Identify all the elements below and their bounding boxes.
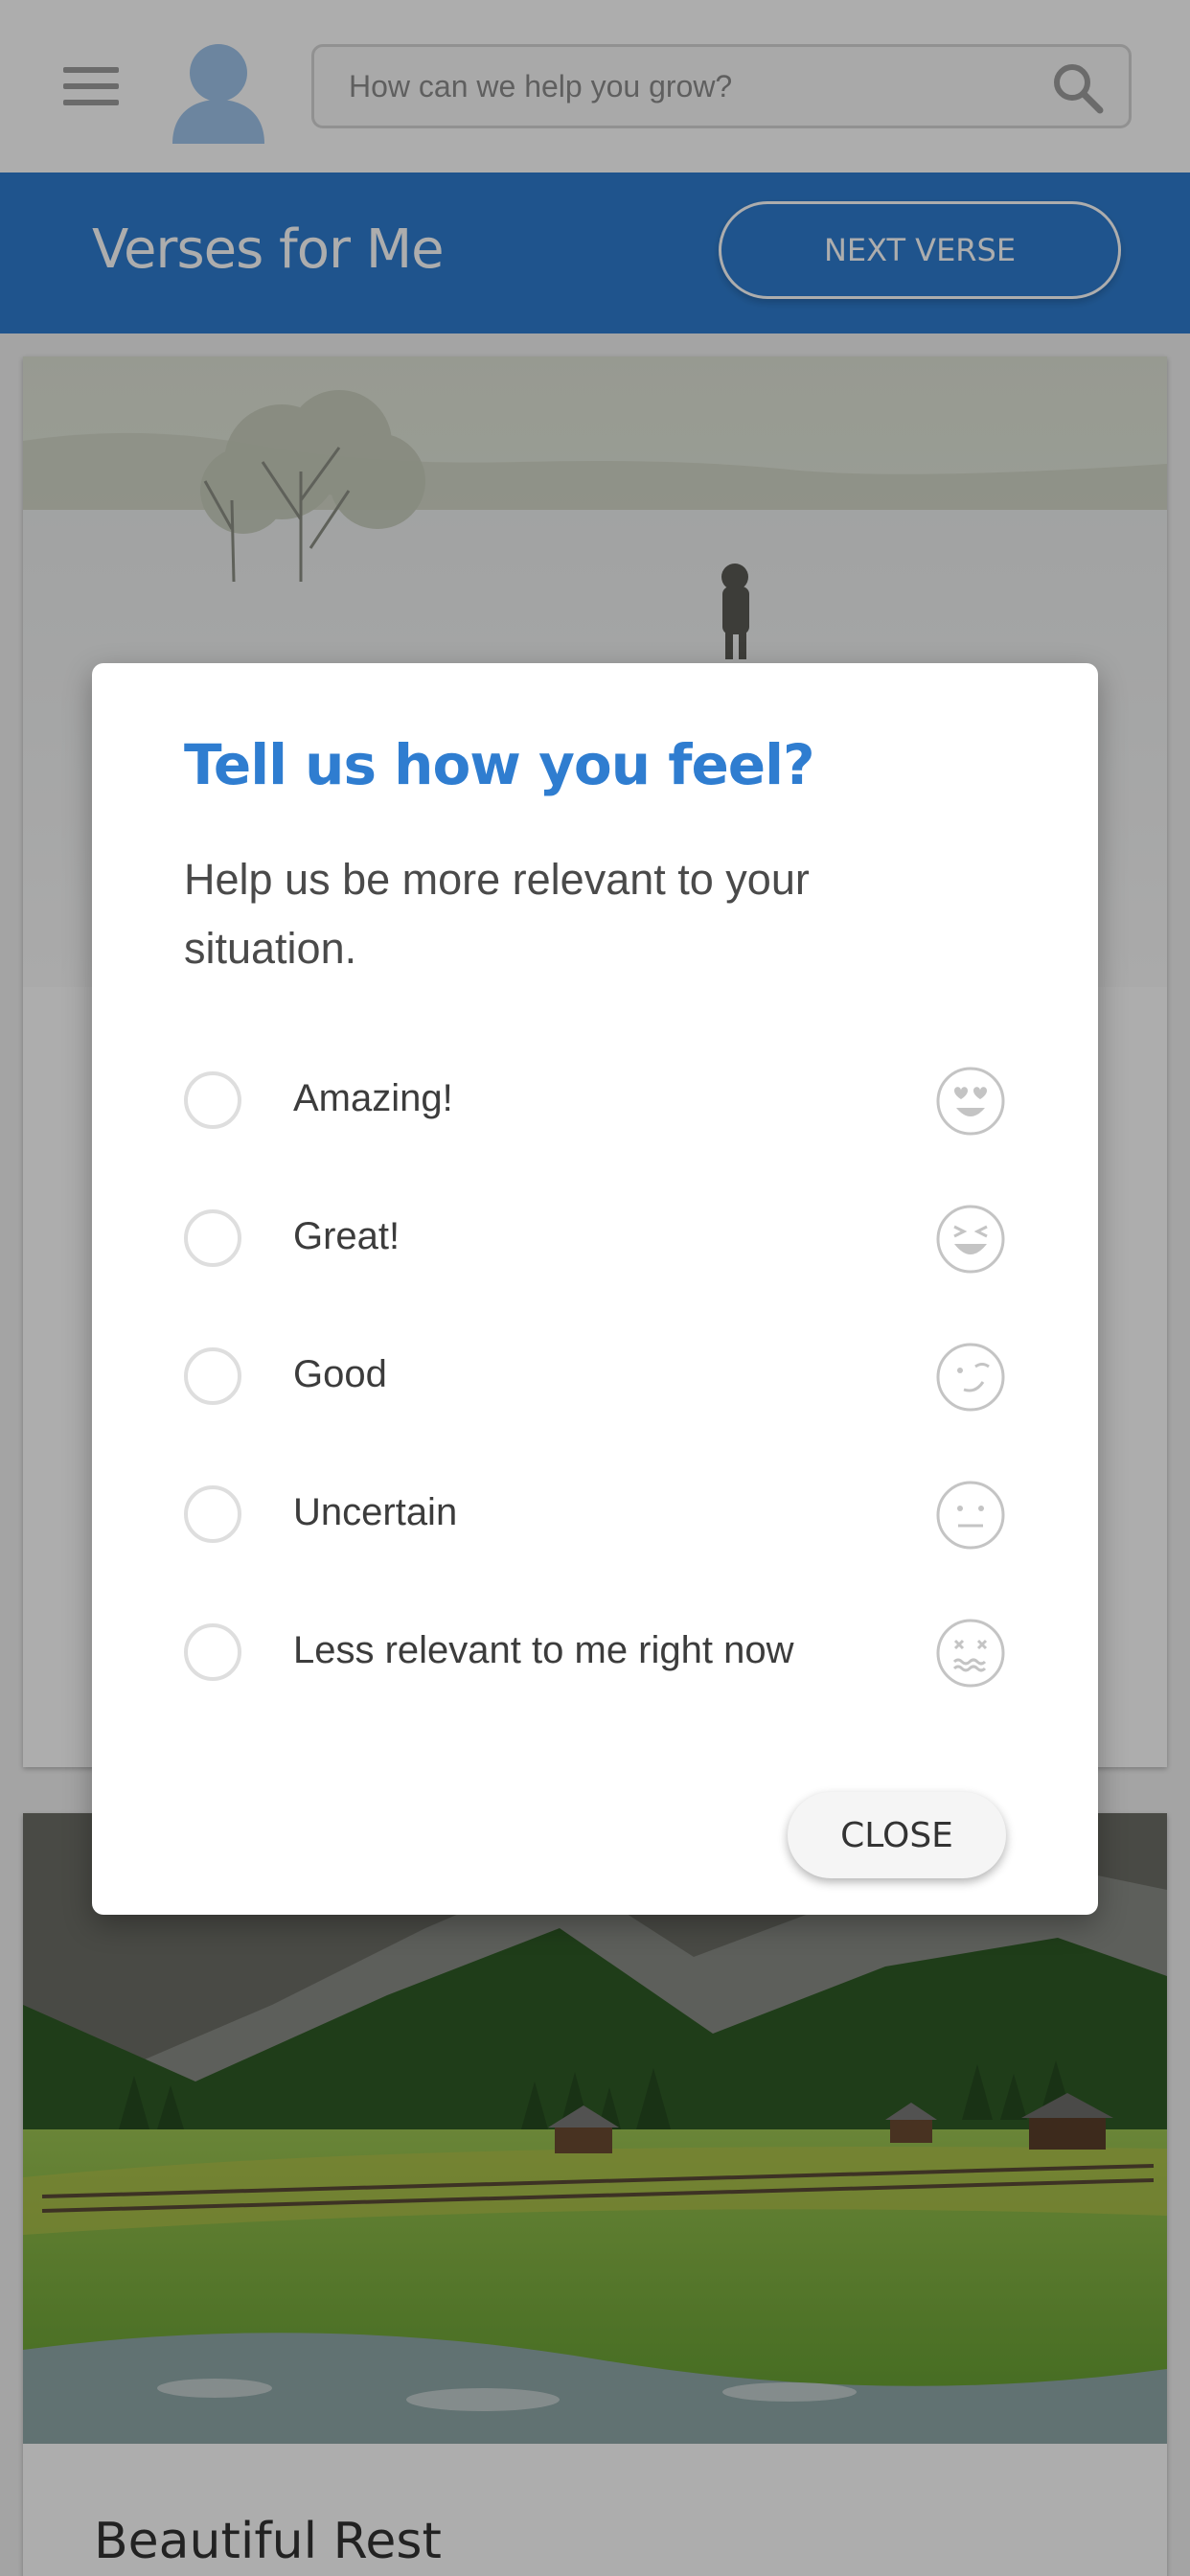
close-button[interactable]: CLOSE: [788, 1792, 1006, 1878]
winking-face-icon: [935, 1342, 1006, 1413]
radio-button[interactable]: [184, 1485, 241, 1543]
radio-button[interactable]: [184, 1209, 241, 1267]
grinning-squint-face-icon: [935, 1204, 1006, 1275]
feeling-option-good[interactable]: Good: [184, 1328, 1008, 1424]
radio-button[interactable]: [184, 1623, 241, 1681]
option-label: Amazing!: [293, 1077, 453, 1119]
option-label: Great!: [293, 1215, 400, 1257]
feeling-option-less-relevant[interactable]: Less relevant to me right now: [184, 1604, 1008, 1700]
feeling-option-amazing[interactable]: Amazing!: [184, 1052, 1008, 1148]
feeling-dialog: Tell us how you feel? Help us be more re…: [92, 663, 1098, 1915]
feeling-option-great[interactable]: Great!: [184, 1190, 1008, 1286]
heart-eyes-face-icon: [935, 1066, 1006, 1137]
neutral-face-icon: [935, 1480, 1006, 1551]
dialog-subtitle: Help us be more relevant to your situati…: [184, 855, 810, 973]
dialog-title: Tell us how you feel?: [184, 732, 815, 797]
dizzy-face-icon: [935, 1618, 1006, 1689]
feeling-option-uncertain[interactable]: Uncertain: [184, 1466, 1008, 1562]
option-label: Less relevant to me right now: [293, 1629, 794, 1671]
option-label: Uncertain: [293, 1491, 458, 1533]
radio-button[interactable]: [184, 1347, 241, 1405]
radio-button[interactable]: [184, 1071, 241, 1129]
option-label: Good: [293, 1353, 387, 1395]
